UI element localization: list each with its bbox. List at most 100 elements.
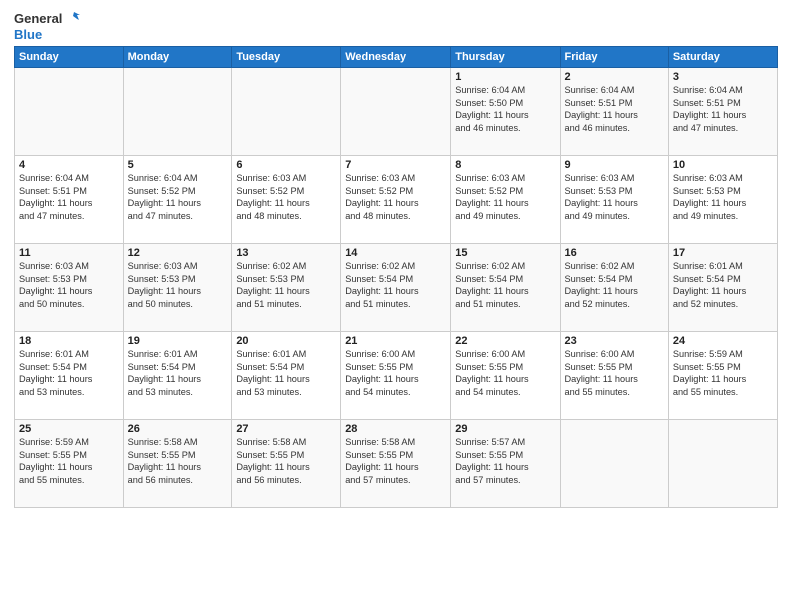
calendar-header-tuesday: Tuesday — [232, 47, 341, 68]
calendar-cell — [341, 68, 451, 156]
day-info: Sunrise: 5:58 AMSunset: 5:55 PMDaylight:… — [128, 436, 228, 486]
calendar-header-thursday: Thursday — [451, 47, 560, 68]
day-number: 17 — [673, 247, 773, 259]
day-number: 6 — [236, 159, 336, 171]
calendar-cell: 9Sunrise: 6:03 AMSunset: 5:53 PMDaylight… — [560, 156, 668, 244]
day-number: 24 — [673, 335, 773, 347]
day-info: Sunrise: 6:03 AMSunset: 5:52 PMDaylight:… — [236, 172, 336, 222]
calendar-header-monday: Monday — [123, 47, 232, 68]
day-info: Sunrise: 6:00 AMSunset: 5:55 PMDaylight:… — [345, 348, 446, 398]
day-number: 25 — [19, 423, 119, 435]
day-info: Sunrise: 6:00 AMSunset: 5:55 PMDaylight:… — [455, 348, 555, 398]
day-info: Sunrise: 5:58 AMSunset: 5:55 PMDaylight:… — [345, 436, 446, 486]
calendar-cell: 12Sunrise: 6:03 AMSunset: 5:53 PMDayligh… — [123, 244, 232, 332]
page-container: General Blue SundayMondayTuesdayWednesda… — [0, 0, 792, 514]
calendar-cell: 17Sunrise: 6:01 AMSunset: 5:54 PMDayligh… — [668, 244, 777, 332]
logo-blue: Blue — [14, 28, 42, 42]
day-number: 29 — [455, 423, 555, 435]
calendar-cell — [668, 420, 777, 508]
calendar-cell: 16Sunrise: 6:02 AMSunset: 5:54 PMDayligh… — [560, 244, 668, 332]
day-info: Sunrise: 6:02 AMSunset: 5:54 PMDaylight:… — [565, 260, 664, 310]
calendar-week-5: 25Sunrise: 5:59 AMSunset: 5:55 PMDayligh… — [15, 420, 778, 508]
logo-bird-icon — [64, 10, 82, 28]
calendar-cell: 15Sunrise: 6:02 AMSunset: 5:54 PMDayligh… — [451, 244, 560, 332]
calendar-header-saturday: Saturday — [668, 47, 777, 68]
day-info: Sunrise: 6:04 AMSunset: 5:51 PMDaylight:… — [673, 84, 773, 134]
day-number: 10 — [673, 159, 773, 171]
calendar-table: SundayMondayTuesdayWednesdayThursdayFrid… — [14, 46, 778, 508]
calendar-week-3: 11Sunrise: 6:03 AMSunset: 5:53 PMDayligh… — [15, 244, 778, 332]
day-number: 3 — [673, 71, 773, 83]
calendar-cell: 20Sunrise: 6:01 AMSunset: 5:54 PMDayligh… — [232, 332, 341, 420]
calendar-cell — [232, 68, 341, 156]
day-number: 22 — [455, 335, 555, 347]
calendar-cell: 5Sunrise: 6:04 AMSunset: 5:52 PMDaylight… — [123, 156, 232, 244]
day-number: 27 — [236, 423, 336, 435]
day-number: 19 — [128, 335, 228, 347]
calendar-cell: 8Sunrise: 6:03 AMSunset: 5:52 PMDaylight… — [451, 156, 560, 244]
day-number: 26 — [128, 423, 228, 435]
calendar-cell: 6Sunrise: 6:03 AMSunset: 5:52 PMDaylight… — [232, 156, 341, 244]
calendar-week-1: 1Sunrise: 6:04 AMSunset: 5:50 PMDaylight… — [15, 68, 778, 156]
calendar-cell: 18Sunrise: 6:01 AMSunset: 5:54 PMDayligh… — [15, 332, 124, 420]
day-info: Sunrise: 6:02 AMSunset: 5:54 PMDaylight:… — [455, 260, 555, 310]
day-number: 14 — [345, 247, 446, 259]
day-info: Sunrise: 6:01 AMSunset: 5:54 PMDaylight:… — [19, 348, 119, 398]
day-number: 2 — [565, 71, 664, 83]
day-info: Sunrise: 5:58 AMSunset: 5:55 PMDaylight:… — [236, 436, 336, 486]
calendar-cell: 3Sunrise: 6:04 AMSunset: 5:51 PMDaylight… — [668, 68, 777, 156]
calendar-cell: 13Sunrise: 6:02 AMSunset: 5:53 PMDayligh… — [232, 244, 341, 332]
day-info: Sunrise: 6:04 AMSunset: 5:52 PMDaylight:… — [128, 172, 228, 222]
day-number: 20 — [236, 335, 336, 347]
calendar-cell: 2Sunrise: 6:04 AMSunset: 5:51 PMDaylight… — [560, 68, 668, 156]
header: General Blue — [14, 10, 778, 42]
calendar-cell: 28Sunrise: 5:58 AMSunset: 5:55 PMDayligh… — [341, 420, 451, 508]
day-number: 7 — [345, 159, 446, 171]
day-info: Sunrise: 6:03 AMSunset: 5:53 PMDaylight:… — [19, 260, 119, 310]
day-info: Sunrise: 5:59 AMSunset: 5:55 PMDaylight:… — [19, 436, 119, 486]
day-info: Sunrise: 6:01 AMSunset: 5:54 PMDaylight:… — [236, 348, 336, 398]
day-number: 21 — [345, 335, 446, 347]
calendar-header-friday: Friday — [560, 47, 668, 68]
calendar-cell: 27Sunrise: 5:58 AMSunset: 5:55 PMDayligh… — [232, 420, 341, 508]
calendar-week-4: 18Sunrise: 6:01 AMSunset: 5:54 PMDayligh… — [15, 332, 778, 420]
day-number: 12 — [128, 247, 228, 259]
day-info: Sunrise: 6:04 AMSunset: 5:51 PMDaylight:… — [19, 172, 119, 222]
logo-general: General — [14, 12, 62, 26]
calendar-header-wednesday: Wednesday — [341, 47, 451, 68]
day-number: 4 — [19, 159, 119, 171]
day-info: Sunrise: 5:57 AMSunset: 5:55 PMDaylight:… — [455, 436, 555, 486]
day-info: Sunrise: 6:01 AMSunset: 5:54 PMDaylight:… — [673, 260, 773, 310]
day-number: 15 — [455, 247, 555, 259]
calendar-cell — [123, 68, 232, 156]
calendar-week-2: 4Sunrise: 6:04 AMSunset: 5:51 PMDaylight… — [15, 156, 778, 244]
day-info: Sunrise: 6:04 AMSunset: 5:51 PMDaylight:… — [565, 84, 664, 134]
day-number: 16 — [565, 247, 664, 259]
day-number: 18 — [19, 335, 119, 347]
calendar-cell: 7Sunrise: 6:03 AMSunset: 5:52 PMDaylight… — [341, 156, 451, 244]
day-info: Sunrise: 6:00 AMSunset: 5:55 PMDaylight:… — [565, 348, 664, 398]
day-info: Sunrise: 6:03 AMSunset: 5:53 PMDaylight:… — [673, 172, 773, 222]
day-info: Sunrise: 6:02 AMSunset: 5:53 PMDaylight:… — [236, 260, 336, 310]
calendar-cell: 24Sunrise: 5:59 AMSunset: 5:55 PMDayligh… — [668, 332, 777, 420]
calendar-cell: 21Sunrise: 6:00 AMSunset: 5:55 PMDayligh… — [341, 332, 451, 420]
day-info: Sunrise: 6:02 AMSunset: 5:54 PMDaylight:… — [345, 260, 446, 310]
day-number: 23 — [565, 335, 664, 347]
day-number: 8 — [455, 159, 555, 171]
day-info: Sunrise: 6:04 AMSunset: 5:50 PMDaylight:… — [455, 84, 555, 134]
day-info: Sunrise: 6:03 AMSunset: 5:52 PMDaylight:… — [455, 172, 555, 222]
calendar-cell: 10Sunrise: 6:03 AMSunset: 5:53 PMDayligh… — [668, 156, 777, 244]
calendar-cell: 23Sunrise: 6:00 AMSunset: 5:55 PMDayligh… — [560, 332, 668, 420]
calendar-header-sunday: Sunday — [15, 47, 124, 68]
calendar-cell — [560, 420, 668, 508]
calendar-cell: 22Sunrise: 6:00 AMSunset: 5:55 PMDayligh… — [451, 332, 560, 420]
calendar-cell: 26Sunrise: 5:58 AMSunset: 5:55 PMDayligh… — [123, 420, 232, 508]
calendar-cell — [15, 68, 124, 156]
calendar-cell: 14Sunrise: 6:02 AMSunset: 5:54 PMDayligh… — [341, 244, 451, 332]
calendar-cell: 11Sunrise: 6:03 AMSunset: 5:53 PMDayligh… — [15, 244, 124, 332]
day-number: 5 — [128, 159, 228, 171]
calendar-header-row: SundayMondayTuesdayWednesdayThursdayFrid… — [15, 47, 778, 68]
calendar-cell: 25Sunrise: 5:59 AMSunset: 5:55 PMDayligh… — [15, 420, 124, 508]
day-number: 9 — [565, 159, 664, 171]
calendar-cell: 29Sunrise: 5:57 AMSunset: 5:55 PMDayligh… — [451, 420, 560, 508]
